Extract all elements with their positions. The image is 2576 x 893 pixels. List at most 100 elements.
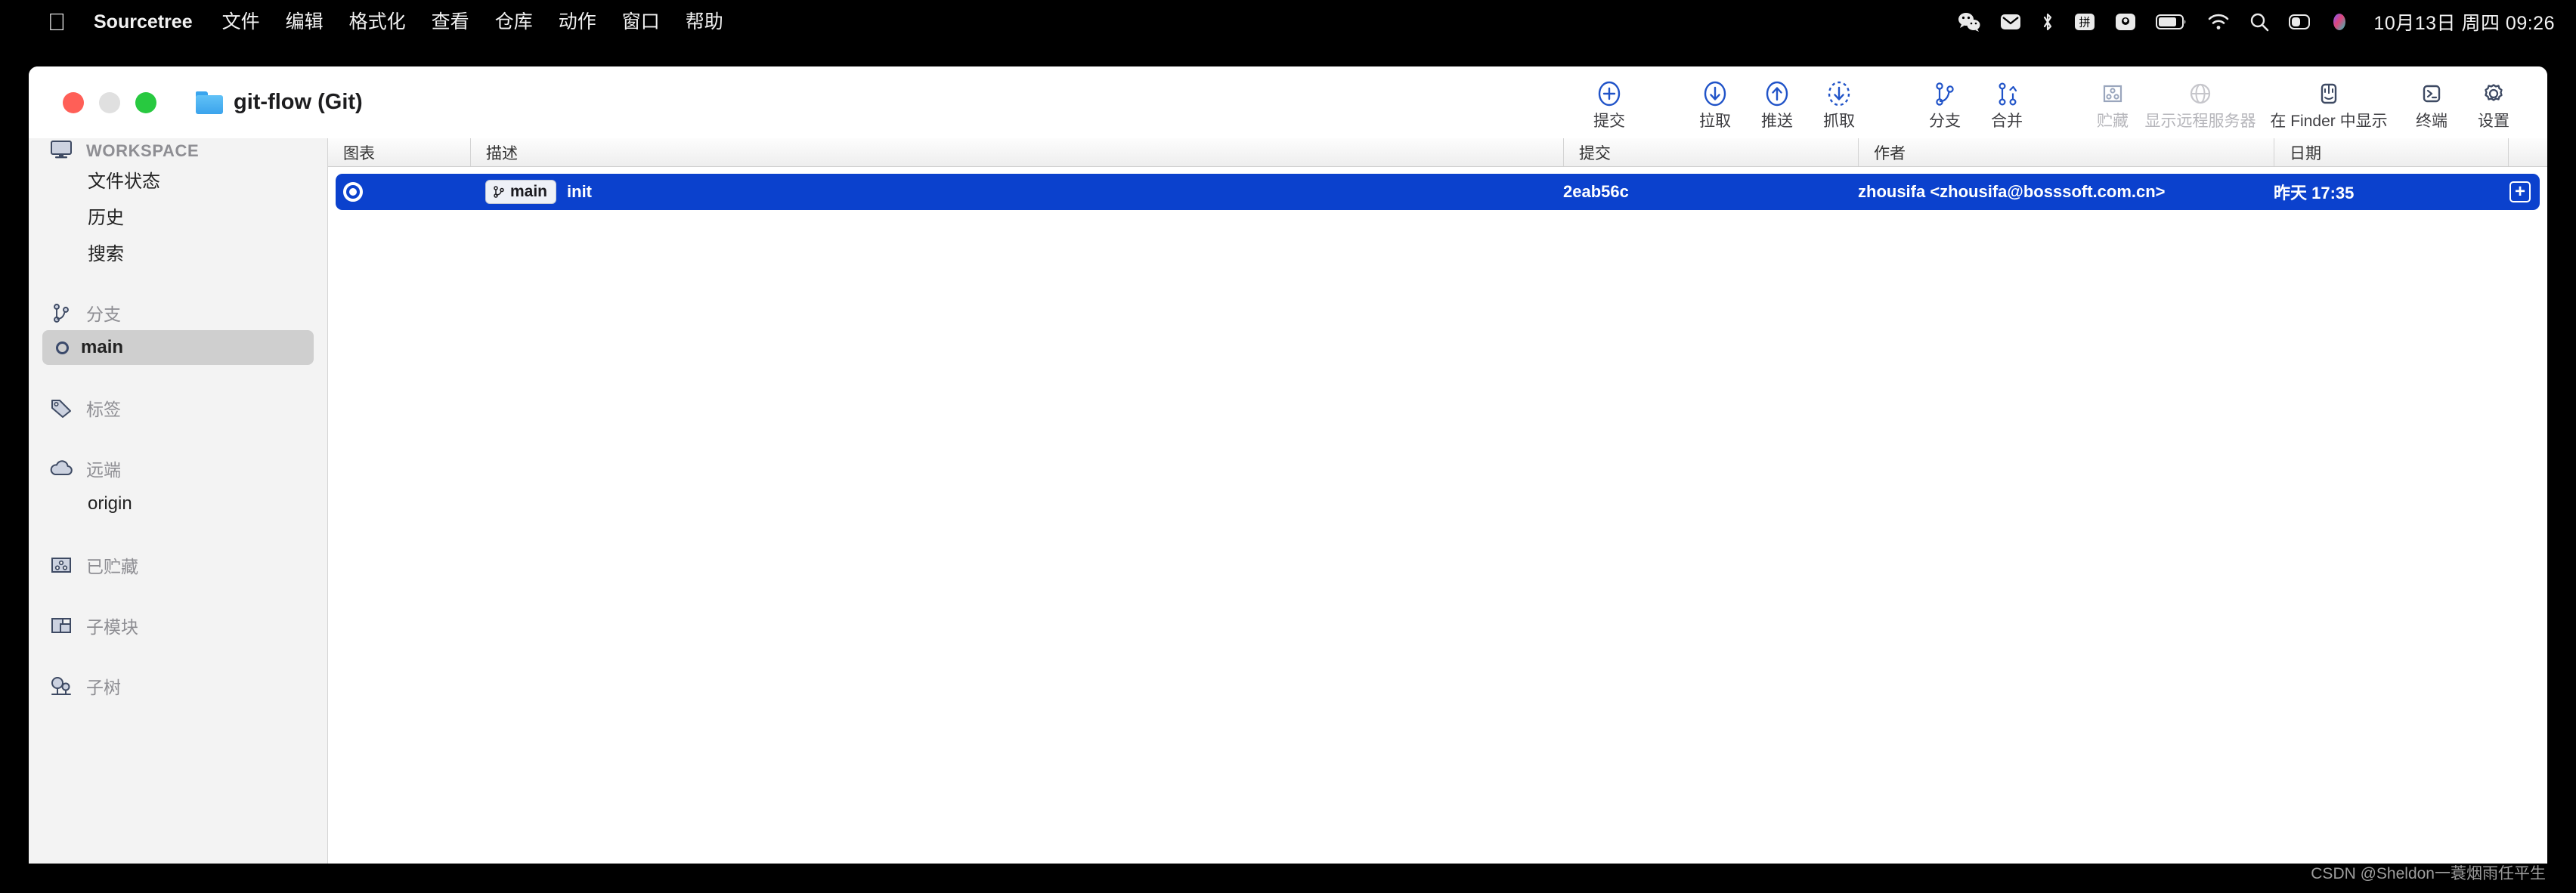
csdn-watermark: CSDN @Sheldon一蓑烟雨任平生 — [2311, 865, 2546, 882]
sidebar-item-file-status[interactable]: 文件状态 — [29, 161, 327, 197]
toolbar-fetch-label: 抓取 — [1823, 113, 1855, 130]
siri-icon[interactable] — [2330, 12, 2349, 32]
sidebar-section-workspace-label: WORKSPACE — [86, 141, 200, 160]
column-header-commit[interactable]: 提交 — [1563, 138, 1858, 166]
sidebar-section-stashes-label: 已贮藏 — [86, 557, 138, 576]
toolbar-settings-button[interactable]: 设置 — [2463, 66, 2525, 129]
sidebar-item-remote-origin-label: origin — [88, 493, 132, 514]
wifi-icon[interactable] — [2207, 13, 2230, 31]
sidebar-section-submodules[interactable]: 子模块 — [29, 608, 327, 643]
screenshot-icon[interactable] — [2115, 12, 2136, 32]
submodule-icon — [48, 614, 74, 637]
toolbar-fetch-button[interactable]: 抓取 — [1808, 66, 1870, 129]
monitor-icon — [48, 138, 74, 161]
commit-plus-circle-icon — [1594, 79, 1624, 109]
menu-item-app-name[interactable]: Sourcetree — [94, 0, 209, 44]
menu-item-edit[interactable]: 编辑 — [273, 0, 336, 44]
wechat-icon[interactable] — [1958, 12, 1980, 32]
merge-icon — [1992, 79, 2022, 109]
commit-list: main init 2eab56c zhousifa <zhousifa@bos… — [328, 167, 2547, 864]
column-header-graph[interactable]: 图表 — [328, 138, 470, 166]
mail-icon[interactable] — [2000, 12, 2021, 32]
toolbar-settings-label: 设置 — [2478, 113, 2509, 130]
terminal-icon — [2417, 79, 2447, 109]
tag-icon — [48, 397, 74, 419]
close-button[interactable] — [63, 91, 84, 113]
toolbar-push-button[interactable]: 推送 — [1746, 66, 1808, 129]
toolbar-pull-label: 拉取 — [1699, 113, 1731, 130]
toolbar-merge-button[interactable]: 合并 — [1976, 66, 2038, 129]
commit-message: init — [567, 182, 593, 201]
menu-item-window[interactable]: 窗口 — [609, 0, 673, 44]
column-header-author[interactable]: 作者 — [1858, 138, 2274, 166]
maximize-button[interactable] — [135, 91, 156, 113]
sidebar-section-branches-label: 分支 — [86, 304, 121, 324]
column-header-description[interactable]: 描述 — [470, 138, 1563, 166]
sidebar-section-workspace[interactable]: WORKSPACE — [29, 138, 327, 161]
toolbar-merge-label: 合并 — [1991, 113, 2023, 130]
branch-badge-main[interactable]: main — [485, 179, 557, 205]
branch-icon — [494, 185, 504, 198]
toolbar-commit-button[interactable]: 提交 — [1578, 66, 1640, 129]
toolbar-terminal-button[interactable]: 终端 — [2401, 66, 2463, 129]
sidebar-item-history[interactable]: 历史 — [29, 197, 327, 233]
toolbar-stash-label: 贮藏 — [2097, 113, 2129, 130]
fetch-dashed-circle-icon — [1824, 79, 1854, 109]
toolbar-show-in-finder-button[interactable]: 在 Finder 中显示 — [2257, 66, 2401, 129]
sidebar-item-branch-main[interactable]: main — [42, 330, 314, 365]
column-header-date[interactable]: 日期 — [2274, 138, 2508, 166]
sidebar-section-subtrees[interactable]: 子树 — [29, 669, 327, 703]
toolbar-branch-label: 分支 — [1929, 113, 1961, 130]
table-row[interactable]: main init 2eab56c zhousifa <zhousifa@bos… — [336, 174, 2540, 210]
menu-item-actions[interactable]: 动作 — [546, 0, 609, 44]
toolbar-show-remote-label: 显示远程服务器 — [2144, 113, 2256, 130]
menu-bar-left-group:  Sourcetree 文件 编辑 格式化 查看 仓库 动作 窗口 帮助 — [0, 0, 736, 44]
menu-item-help[interactable]: 帮助 — [673, 0, 736, 44]
commit-history-pane: 图表 描述 提交 作者 日期 main init 2eab56c zhousif… — [328, 138, 2547, 864]
sidebar-item-remote-origin[interactable]: origin — [29, 486, 327, 522]
menu-bar-clock[interactable]: 10月13日 周四 09:26 — [2373, 8, 2555, 36]
add-column-button[interactable]: + — [2509, 181, 2531, 202]
bluetooth-icon[interactable] — [2041, 11, 2054, 32]
menu-item-view[interactable]: 查看 — [419, 0, 482, 44]
menu-item-repository[interactable]: 仓库 — [482, 0, 546, 44]
toolbar-show-remote-button[interactable]: 显示远程服务器 — [2144, 66, 2257, 129]
sidebar-section-remotes[interactable]: 远端 — [29, 451, 327, 486]
sidebar-section-tags[interactable]: 标签 — [29, 391, 327, 425]
finder-icon — [2314, 79, 2344, 109]
sidebar-item-file-status-label: 文件状态 — [88, 171, 160, 192]
branch-current-dot-icon — [56, 341, 69, 354]
sidebar-item-search-label: 搜索 — [88, 243, 124, 264]
traffic-light-buttons — [29, 91, 156, 113]
cloud-icon — [48, 457, 74, 480]
apple-logo-icon[interactable]:  — [45, 9, 68, 35]
toolbar-branch-button[interactable]: 分支 — [1914, 66, 1976, 129]
commit-table-header-row: 图表 描述 提交 作者 日期 — [328, 138, 2547, 167]
toolbar-stash-button[interactable]: 贮藏 — [2082, 66, 2144, 129]
sidebar-section-subtrees-label: 子树 — [86, 678, 121, 697]
minimize-button[interactable] — [99, 91, 120, 113]
control-center-icon[interactable] — [2289, 13, 2311, 31]
menu-item-file[interactable]: 文件 — [209, 0, 273, 44]
search-icon[interactable] — [2249, 12, 2269, 32]
folder-icon — [196, 91, 223, 114]
menu-item-format[interactable]: 格式化 — [336, 0, 419, 44]
sidebar-section-branches[interactable]: 分支 — [29, 295, 327, 330]
input-method-pinyin-icon[interactable]: 拼 — [2074, 12, 2095, 32]
toolbar-terminal-label: 终端 — [2416, 113, 2448, 130]
battery-icon[interactable] — [2156, 14, 2187, 30]
column-header-spacer — [2508, 138, 2547, 166]
commit-date-cell: 昨天 17:35 — [2274, 184, 2355, 202]
branch-badge-label: main — [510, 182, 548, 200]
commit-graph-cell — [336, 174, 478, 210]
page-title: git-flow (Git) — [234, 90, 363, 114]
commit-hash-cell: 2eab56c — [1563, 182, 1629, 201]
sidebar-item-search[interactable]: 搜索 — [29, 233, 327, 270]
toolbar-pull-button[interactable]: 拉取 — [1684, 66, 1746, 129]
commit-expand-cell[interactable]: + — [2500, 174, 2540, 210]
sidebar-section-stashes[interactable]: 已贮藏 — [29, 548, 327, 582]
sidebar-item-branch-main-label: main — [81, 337, 124, 357]
